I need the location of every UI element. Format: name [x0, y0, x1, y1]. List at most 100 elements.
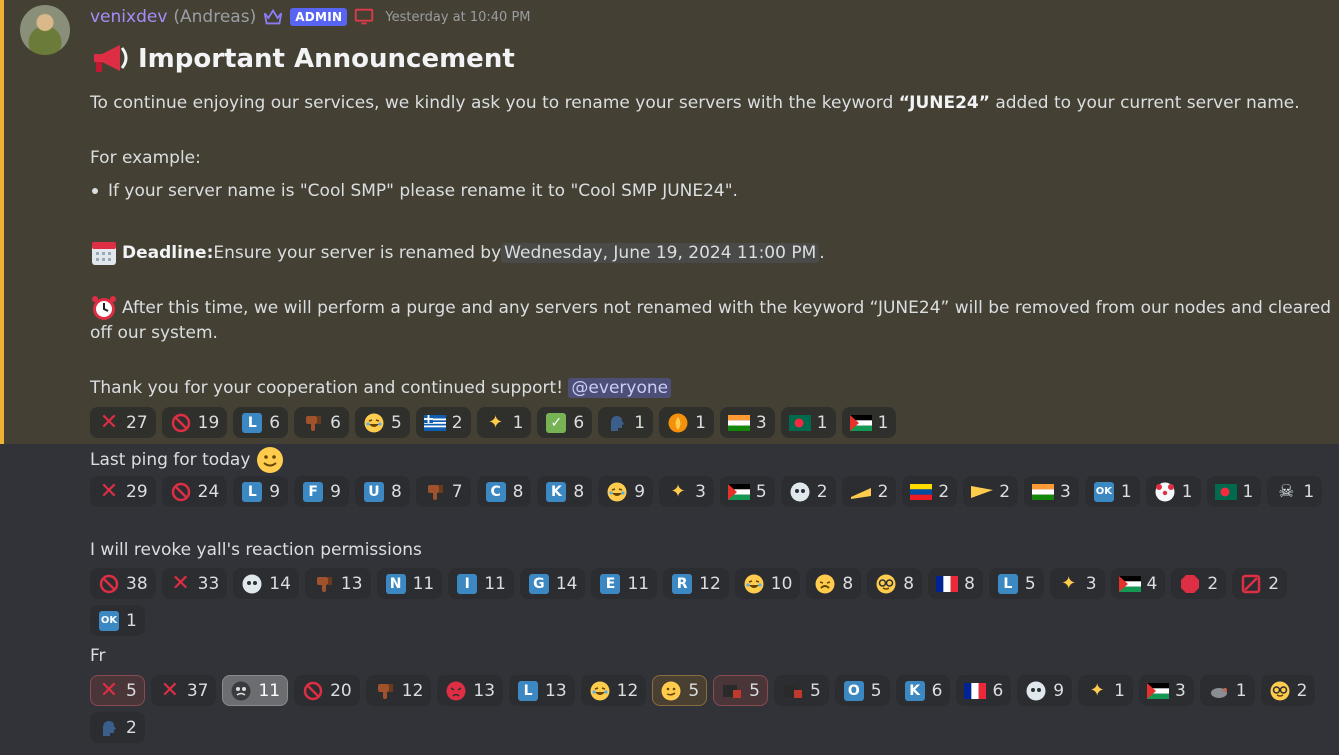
- reaction-sparkles[interactable]: ✦ 3: [659, 476, 714, 507]
- reaction-count: 10: [770, 573, 793, 594]
- reaction-rat[interactable]: 1: [1199, 675, 1255, 706]
- reaction-sparkles[interactable]: ✦ 1: [476, 407, 532, 438]
- reaction-ok-button[interactable]: OK 1: [1084, 476, 1140, 507]
- letter-g-icon: G: [528, 573, 550, 595]
- reaction-weary[interactable]: 8: [806, 568, 862, 599]
- reaction-flag-india[interactable]: 3: [1024, 476, 1079, 507]
- reaction-thumbs-down[interactable]: 6: [294, 407, 349, 438]
- reaction-count: 24: [197, 481, 220, 502]
- flag-india-icon: [1032, 481, 1055, 503]
- reaction-clown[interactable]: 1: [1145, 476, 1201, 507]
- letter-l-icon: L: [241, 412, 263, 434]
- everyone-mention[interactable]: @everyone: [568, 378, 672, 398]
- reaction-skull[interactable]: 14: [233, 568, 299, 599]
- reaction-flag-palestine[interactable]: 5: [719, 476, 775, 507]
- reaction-flag-france[interactable]: 6: [956, 675, 1012, 706]
- reaction-letter-u[interactable]: U8: [354, 476, 410, 507]
- reaction-nerd[interactable]: 8: [867, 568, 923, 599]
- reaction-rofl[interactable]: 5: [354, 407, 410, 438]
- reaction-rofl[interactable]: 10: [734, 568, 801, 599]
- reaction-custom-image[interactable]: 5: [713, 675, 768, 706]
- avatar[interactable]: [20, 5, 70, 55]
- reaction-letter-n[interactable]: N 11: [376, 568, 443, 599]
- reaction-flag-india[interactable]: 3: [719, 407, 775, 438]
- reaction-flag-palestine[interactable]: 1: [841, 407, 897, 438]
- stop-sign-icon: [1179, 573, 1201, 595]
- reaction-flag-palestine[interactable]: 3: [1138, 675, 1194, 706]
- flag-custom-icon: [971, 481, 994, 503]
- reaction-thumbs-down[interactable]: 12: [365, 675, 432, 706]
- reaction-flag-bangladesh[interactable]: 1: [1206, 476, 1262, 507]
- reaction-flag-bangladesh[interactable]: 1: [780, 407, 836, 438]
- reaction-cross-mark[interactable]: ✕ 27: [90, 407, 156, 438]
- reaction-letter-e[interactable]: E 11: [591, 568, 658, 599]
- reaction-check-mark[interactable]: ✓ 6: [537, 407, 593, 438]
- reaction-sparkles[interactable]: ✦ 3: [1049, 568, 1105, 599]
- reaction-cross-mark[interactable]: ✕ 5: [90, 675, 145, 706]
- reaction-letter-l[interactable]: L9: [233, 476, 289, 507]
- reaction-angry[interactable]: 13: [437, 675, 504, 706]
- reaction-skull[interactable]: 2: [780, 476, 836, 507]
- reaction-cross-mark[interactable]: ✕ 33: [161, 568, 228, 599]
- reaction-custom-face[interactable]: 11: [222, 675, 289, 706]
- reaction-flag-greece[interactable]: 2: [415, 407, 471, 438]
- reaction-speaking-head[interactable]: 1: [598, 407, 654, 438]
- reaction-cross-mark[interactable]: ✕ 37: [150, 675, 217, 706]
- reaction-count: 12: [699, 573, 721, 594]
- reaction-flag-palestine[interactable]: 4: [1110, 568, 1166, 599]
- reaction-joy[interactable]: 12: [580, 675, 647, 706]
- reaction-count: 11: [258, 680, 281, 701]
- reaction-letter-c[interactable]: C8: [476, 476, 532, 507]
- flag-greece-icon: [423, 412, 446, 434]
- reaction-cheese[interactable]: 2: [841, 476, 897, 507]
- reaction-flag-france[interactable]: 8: [928, 568, 983, 599]
- reaction-sparkles[interactable]: ✦ 1: [1078, 675, 1133, 706]
- reaction-cross-mark[interactable]: ✕ 29: [90, 476, 156, 507]
- reaction-letter-l[interactable]: L5: [988, 568, 1044, 599]
- reaction-count: 6: [992, 680, 1004, 701]
- deadline-timestamp[interactable]: Wednesday, June 19, 2024 11:00 PM: [501, 243, 820, 263]
- reaction-fire[interactable]: 1: [659, 407, 714, 438]
- reaction-no-entry[interactable]: 20: [294, 675, 360, 706]
- reaction-letter-l[interactable]: L 13: [509, 675, 575, 706]
- reaction-flag-custom[interactable]: 2: [963, 476, 1019, 507]
- p1-text: To continue enjoying our services, we ki…: [90, 93, 899, 113]
- reaction-letter-l[interactable]: L6: [233, 407, 289, 438]
- reaction-custom-image[interactable]: 5: [773, 675, 829, 706]
- message-3: I will revoke yall's reaction permission…: [90, 540, 422, 560]
- reaction-thumbs-down[interactable]: 13: [304, 568, 371, 599]
- flag-palestine-icon: [727, 481, 750, 503]
- reaction-thumbs-down[interactable]: 7: [415, 476, 471, 507]
- reaction-no-entry[interactable]: 24: [161, 476, 228, 507]
- username[interactable]: venixdev: [90, 7, 167, 27]
- reaction-speaking-head[interactable]: 2: [90, 712, 145, 743]
- reaction-ok-button[interactable]: OK 1: [90, 605, 145, 636]
- no-entry-icon: [170, 481, 192, 503]
- reaction-count: 3: [755, 412, 767, 433]
- reaction-letter-g[interactable]: G 14: [519, 568, 586, 599]
- reaction-stop-sign[interactable]: 2: [1171, 568, 1227, 599]
- reaction-skull-crossbones[interactable]: ☠ 1: [1267, 476, 1323, 507]
- reaction-letter-k[interactable]: K6: [895, 675, 951, 706]
- reaction-letter-r[interactable]: R 12: [663, 568, 729, 599]
- reaction-no-entry[interactable]: 19: [161, 407, 228, 438]
- reaction-count: 13: [473, 680, 496, 701]
- reaction-flag-ecuador[interactable]: 2: [902, 476, 958, 507]
- reaction-no-entry[interactable]: 38: [90, 568, 156, 599]
- reaction-count: 9: [330, 481, 341, 502]
- reaction-letter-k[interactable]: K8: [537, 476, 593, 507]
- reaction-skull[interactable]: 9: [1017, 675, 1073, 706]
- letter-k-icon: K: [545, 481, 567, 503]
- purge-text: After this time, we will perform a purge…: [122, 298, 1332, 318]
- reaction-smirk-cat[interactable]: 5: [652, 675, 708, 706]
- custom-image-icon: [782, 680, 804, 702]
- reaction-count: 2: [938, 481, 950, 502]
- reaction-nerd[interactable]: 2: [1260, 675, 1316, 706]
- reactions-row-2: ✕ 29 24 L 9 F 9 U 8 7 C 8 K 8 9 ✦ 3 5 2 2 2 2 3 OK 1 1 1 ☠ 1: [90, 476, 1323, 507]
- reaction-letter-o[interactable]: O5: [834, 675, 890, 706]
- reaction-joy[interactable]: 9: [598, 476, 654, 507]
- reaction-prohibited[interactable]: 2: [1232, 568, 1288, 599]
- reaction-letter-i[interactable]: I 11: [448, 568, 514, 599]
- reaction-letter-f[interactable]: F9: [294, 476, 349, 507]
- letter-c-icon: C: [485, 481, 507, 503]
